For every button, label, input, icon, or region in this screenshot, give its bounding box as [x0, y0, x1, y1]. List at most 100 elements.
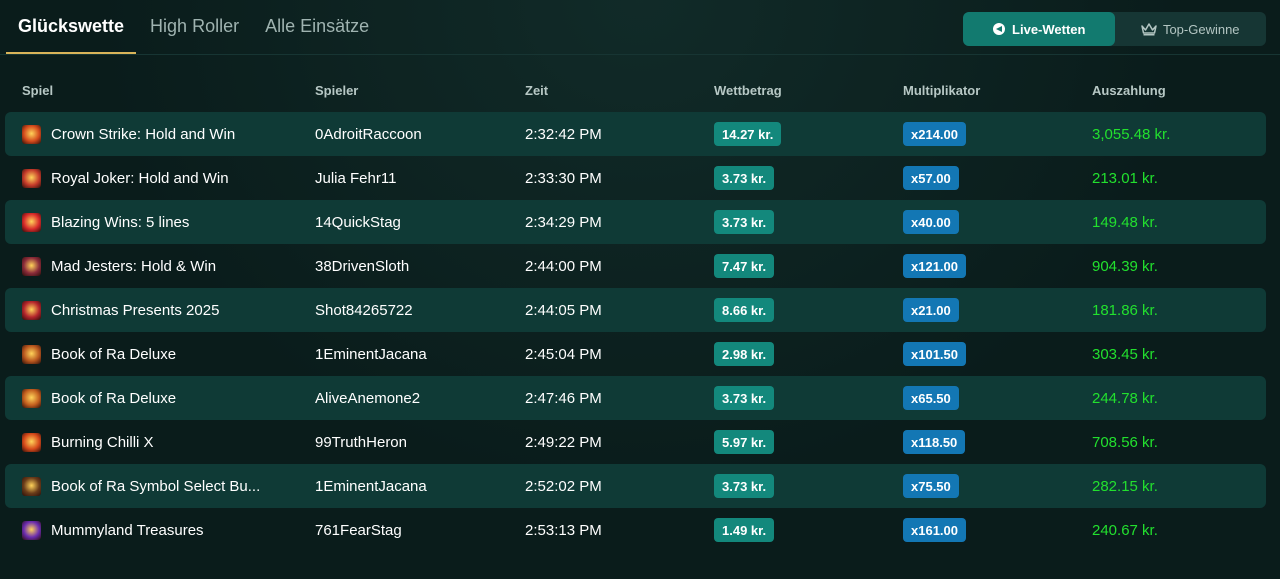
bet-time: 2:32:42 PM — [525, 125, 602, 143]
multiplier-cell: x57.00 — [903, 166, 1092, 190]
multiplier-cell: x40.00 — [903, 210, 1092, 234]
payout-amount: 240.67 kr. — [1092, 521, 1158, 539]
table-body: Crown Strike: Hold and Win 0AdroitRaccoon… — [5, 112, 1266, 552]
multiplier-badge: x65.50 — [903, 386, 959, 410]
game-cell: Book of Ra Deluxe — [5, 388, 315, 408]
multiplier-badge: x118.50 — [903, 430, 966, 454]
table-row[interactable]: Mad Jesters: Hold & Win 38DrivenSloth 2:44… — [5, 244, 1266, 288]
bet-time: 2:52:02 PM — [525, 477, 602, 495]
bet-amount-badge: 7.47 kr. — [714, 254, 775, 278]
bet-amount-badge: 3.73 kr. — [714, 386, 775, 410]
game-thumbnail-icon — [22, 300, 41, 320]
table-row[interactable]: Blazing Wins: 5 lines 14QuickStag 2:34:29 … — [5, 200, 1266, 244]
game-cell: Royal Joker: Hold and Win — [5, 168, 315, 188]
multiplier-badge: x101.50 — [903, 342, 966, 366]
bet-amount-cell: 2.98 kr. — [714, 342, 903, 366]
bet-time: 2:44:05 PM — [525, 301, 602, 319]
game-name[interactable]: Burning Chilli X — [51, 434, 154, 451]
bet-amount-badge: 14.27 kr. — [714, 122, 782, 146]
payout-amount: 904.39 kr. — [1092, 257, 1158, 275]
table-row[interactable]: Royal Joker: Hold and Win Julia Fehr11 2:3… — [5, 156, 1266, 200]
game-name[interactable]: Royal Joker: Hold and Win — [51, 170, 229, 187]
payout-amount: 149.48 kr. — [1092, 213, 1158, 231]
multiplier-cell: x118.50 — [903, 430, 1092, 454]
table-header: Spiel Spieler Zeit Wettbetrag Multiplika… — [5, 68, 1266, 112]
table-row[interactable]: Christmas Presents 2025 Shot84265722 2:44:… — [5, 288, 1266, 332]
multiplier-badge: x214.00 — [903, 122, 966, 146]
top-wins-button[interactable]: Top-Gewinne — [1115, 12, 1267, 46]
bet-time: 2:49:22 PM — [525, 433, 602, 451]
bet-amount-cell: 1.49 kr. — [714, 518, 903, 542]
game-name[interactable]: Mad Jesters: Hold & Win — [51, 258, 216, 275]
multiplier-badge: x75.50 — [903, 474, 959, 498]
player-name: 1EminentJacana — [315, 477, 427, 495]
bet-amount-cell: 8.66 kr. — [714, 298, 903, 322]
tab-glueckswette[interactable]: Glückswette — [6, 0, 137, 54]
player-name: 761FearStag — [315, 521, 402, 539]
bet-amount-badge: 3.73 kr. — [714, 474, 775, 498]
bet-amount-cell: 5.97 kr. — [714, 430, 903, 454]
game-name[interactable]: Christmas Presents 2025 — [51, 302, 219, 319]
player-name: 0AdroitRaccoon — [315, 125, 422, 143]
payout-amount: 213.01 kr. — [1092, 169, 1158, 187]
game-name[interactable]: Mummyland Treasures — [51, 522, 204, 539]
payout-amount: 3,055.48 kr. — [1092, 125, 1171, 143]
game-cell: Book of Ra Deluxe — [5, 344, 315, 364]
game-thumbnail-icon — [22, 388, 41, 408]
game-name[interactable]: Book of Ra Deluxe — [51, 346, 176, 363]
header-player: Spieler — [315, 82, 359, 98]
header-multiplier: Multiplikator — [903, 82, 981, 98]
bet-amount-badge: 1.49 kr. — [714, 518, 775, 542]
multiplier-badge: x161.00 — [903, 518, 966, 542]
table-row[interactable]: Book of Ra Symbol Select Bu... 1EminentJa… — [5, 464, 1266, 508]
payout-amount: 708.56 kr. — [1092, 433, 1158, 451]
live-bets-button[interactable]: Live-Wetten — [963, 12, 1115, 46]
bet-amount-badge: 3.73 kr. — [714, 210, 775, 234]
table-row[interactable]: Book of Ra Deluxe AliveAnemone2 2:47:46 PM… — [5, 376, 1266, 420]
player-name: 99TruthHeron — [315, 433, 407, 451]
top-bar: Glückswette High Roller Alle Einsätze Li… — [0, 0, 1280, 55]
live-icon — [992, 22, 1006, 36]
table-row[interactable]: Book of Ra Deluxe 1EminentJacana 2:45:04 P… — [5, 332, 1266, 376]
game-thumbnail-icon — [22, 520, 41, 540]
bet-amount-badge: 2.98 kr. — [714, 342, 775, 366]
player-name: 38DrivenSloth — [315, 257, 410, 275]
game-name[interactable]: Crown Strike: Hold and Win — [51, 126, 235, 143]
payout-amount: 181.86 kr. — [1092, 301, 1158, 319]
game-name[interactable]: Book of Ra Deluxe — [51, 390, 176, 407]
multiplier-cell: x161.00 — [903, 518, 1092, 542]
player-name: 1EminentJacana — [315, 345, 427, 363]
multiplier-badge: x21.00 — [903, 298, 959, 322]
crown-icon — [1141, 22, 1157, 36]
player-name: Shot84265722 — [315, 301, 413, 319]
player-name: AliveAnemone2 — [315, 389, 421, 407]
game-cell: Book of Ra Symbol Select Bu... — [5, 476, 315, 496]
bet-amount-cell: 14.27 kr. — [714, 122, 903, 146]
multiplier-cell: x101.50 — [903, 342, 1092, 366]
bet-time: 2:47:46 PM — [525, 389, 602, 407]
top-wins-label: Top-Gewinne — [1162, 21, 1240, 37]
bet-amount-badge: 5.97 kr. — [714, 430, 775, 454]
game-name[interactable]: Blazing Wins: 5 lines — [51, 214, 189, 231]
game-thumbnail-icon — [22, 344, 41, 364]
header-payout: Auszahlung — [1092, 82, 1166, 98]
bet-time: 2:44:00 PM — [525, 257, 602, 275]
player-name: 14QuickStag — [315, 213, 401, 231]
game-name[interactable]: Book of Ra Symbol Select Bu... — [51, 478, 260, 495]
tab-alle-einsaetze[interactable]: Alle Einsätze — [253, 0, 381, 52]
table-row[interactable]: Burning Chilli X 99TruthHeron 2:49:22 PM 5.… — [5, 420, 1266, 464]
multiplier-cell: x75.50 — [903, 474, 1092, 498]
live-bets-label: Live-Wetten — [1012, 21, 1086, 37]
bet-time: 2:33:30 PM — [525, 169, 602, 187]
bets-toggle: Live-Wetten Top-Gewinne — [963, 12, 1266, 46]
bet-amount-badge: 3.73 kr. — [714, 166, 775, 190]
header-bet: Wettbetrag — [714, 82, 782, 98]
multiplier-cell: x121.00 — [903, 254, 1092, 278]
bet-tabs: Glückswette High Roller Alle Einsätze — [6, 0, 383, 54]
game-thumbnail-icon — [22, 212, 41, 232]
bet-time: 2:45:04 PM — [525, 345, 602, 363]
multiplier-badge: x40.00 — [903, 210, 959, 234]
table-row[interactable]: Crown Strike: Hold and Win 0AdroitRaccoon… — [5, 112, 1266, 156]
table-row[interactable]: Mummyland Treasures 761FearStag 2:53:13 PM… — [5, 508, 1266, 552]
tab-high-roller[interactable]: High Roller — [138, 0, 251, 52]
